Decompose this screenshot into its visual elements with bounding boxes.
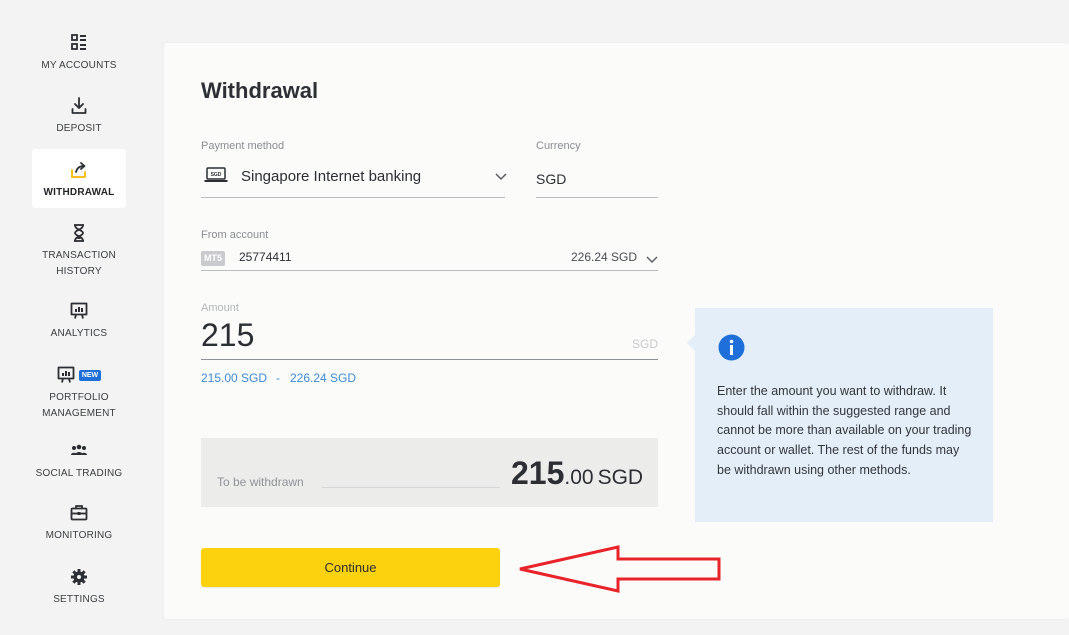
page-title: Withdrawal (201, 78, 319, 103)
chevron-down-icon[interactable] (494, 169, 508, 183)
accounts-grid-icon (71, 32, 87, 54)
summary-amount-decimal: .00 (564, 466, 594, 489)
summary-currency: SGD (597, 466, 644, 489)
payment-method-value: Singapore Internet banking (241, 168, 422, 185)
deposit-download-icon (71, 95, 87, 117)
account-balance: 226.24 SGD (571, 250, 638, 264)
currency-value: SGD (536, 171, 567, 187)
sidebar: MY ACCOUNTS DEPOSIT WITHDRAWAL TRANSACTI… (0, 0, 158, 635)
sidebar-item-deposit[interactable]: DEPOSIT (32, 95, 126, 141)
continue-button[interactable]: Continue (201, 548, 500, 587)
withdrawal-card: Withdrawal Payment method SGD Singapore … (164, 43, 1069, 619)
sidebar-item-portfolio-management[interactable]: NEW PORTFOLIO MANAGEMENT (32, 364, 126, 422)
sidebar-item-settings[interactable]: SETTINGS (32, 566, 126, 610)
payment-method-underline (201, 197, 505, 198)
info-text: Enter the amount you want to withdraw. I… (717, 384, 972, 477)
withdrawal-upload-icon (70, 159, 88, 181)
sidebar-item-label: TRANSACTION HISTORY (42, 250, 116, 277)
from-account-label: From account (201, 229, 269, 241)
gear-icon (70, 566, 88, 588)
chevron-down-icon[interactable] (646, 252, 658, 264)
laptop-icon-text: SGD (211, 172, 222, 178)
amount-underline (201, 359, 658, 360)
sidebar-item-label: DEPOSIT (56, 123, 102, 134)
sidebar-item-label: ANALYTICS (50, 328, 108, 339)
range-min-link[interactable]: 215.00 SGD (201, 371, 267, 385)
sidebar-item-label: MONITORING (45, 530, 113, 541)
info-icon (718, 334, 745, 361)
payment-method-label: Payment method (201, 140, 285, 152)
currency-underline (536, 197, 658, 198)
platform-badge: MT5 (201, 251, 225, 266)
laptop-icon: SGD (204, 167, 228, 183)
new-badge: NEW (78, 369, 102, 381)
range-max-link[interactable]: 226.24 SGD (290, 371, 356, 385)
sidebar-item-transaction-history[interactable]: TRANSACTION HISTORY (32, 222, 126, 280)
summary-amount: 215.00 SGD (511, 455, 643, 492)
withdraw-summary: To be withdrawn 215.00 SGD (201, 438, 658, 507)
range-separator: - (276, 371, 280, 385)
amount-currency: SGD (632, 337, 659, 351)
currency-label: Currency (536, 140, 581, 152)
sidebar-item-label: SOCIAL TRADING (35, 468, 123, 479)
sidebar-item-withdrawal[interactable]: WITHDRAWAL (32, 149, 126, 208)
social-people-icon (70, 440, 88, 462)
sidebar-item-label: SETTINGS (53, 594, 105, 605)
account-number: 25774411 (239, 250, 292, 264)
from-account-underline (201, 270, 658, 271)
amount-input[interactable] (201, 317, 651, 354)
sidebar-item-social-trading[interactable]: SOCIAL TRADING (32, 440, 126, 482)
summary-amount-integer: 215 (511, 455, 565, 491)
info-box: Enter the amount you want to withdraw. I… (687, 308, 993, 522)
sidebar-item-label: PORTFOLIO MANAGEMENT (42, 392, 116, 419)
hourglass-icon (73, 222, 85, 244)
portfolio-chart-icon: NEW (57, 364, 102, 386)
sidebar-item-label: WITHDRAWAL (43, 187, 115, 198)
sidebar-item-label: MY ACCOUNTS (41, 60, 117, 71)
sidebar-item-my-accounts[interactable]: MY ACCOUNTS (32, 32, 126, 78)
annotation-arrow-icon (519, 545, 721, 593)
sidebar-item-analytics[interactable]: ANALYTICS (32, 300, 126, 346)
summary-divider (322, 487, 500, 488)
analytics-chart-icon (70, 300, 88, 322)
summary-label: To be withdrawn (217, 475, 304, 489)
briefcase-icon (70, 502, 88, 524)
amount-label: Amount (201, 302, 239, 314)
info-box-pointer (687, 335, 695, 351)
sidebar-item-monitoring[interactable]: MONITORING (32, 502, 126, 546)
